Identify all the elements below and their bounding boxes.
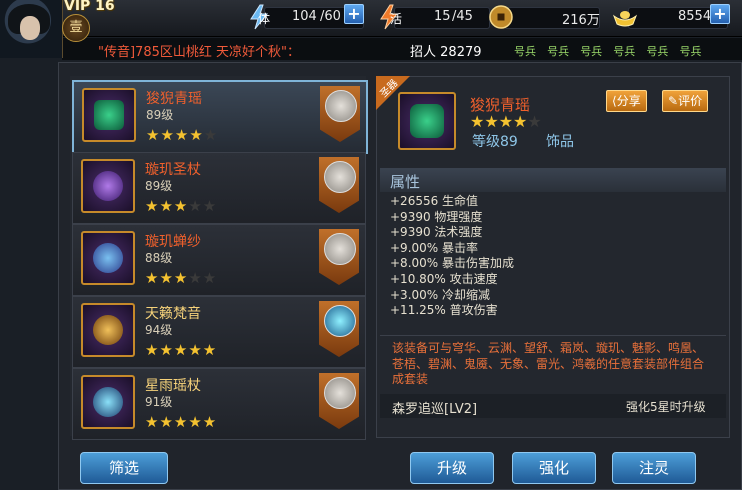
equipment-item[interactable]: 璇玑圣杖 89级 ★★★★★: [72, 152, 366, 224]
attribute-list: +26556 生命值 +9390 物理强度 +9390 法术强度 +9.00% …: [390, 194, 514, 319]
attribute-row: +9.00% 暴击率: [390, 240, 478, 255]
share-button[interactable]: ⟨分享: [606, 90, 647, 112]
edit-icon: ✎: [668, 94, 679, 108]
review-label: 评价: [678, 94, 703, 108]
ticker-chip: 号兵: [679, 45, 702, 58]
equipment-name: 璇玑蝉纱: [145, 234, 201, 250]
broadcast-message: "传音]785区山桃红 天凉好个秋"：: [98, 45, 300, 60]
set-name: 森罗追巡[LV2]: [392, 402, 478, 417]
owner-portrait[interactable]: [320, 86, 360, 142]
equipment-name: 狻猊青瑶: [146, 91, 202, 107]
ticker-chip: 号兵: [613, 45, 636, 58]
owner-portrait[interactable]: [319, 157, 359, 213]
equipment-level: 89级: [146, 108, 174, 122]
star-rating: ★★★★★: [145, 413, 218, 431]
equipment-thumbnail: [81, 159, 135, 213]
equipment-thumbnail: [81, 375, 135, 429]
stamina-max: /60: [320, 9, 341, 24]
attribute-row: +3.00% 冷却缩减: [390, 287, 490, 302]
set-description: 该装备可与穹华、云渊、望舒、霜岚、璇玑、魅影、鸣凰、苍梧、碧渊、鬼魇、无象、雷光…: [392, 341, 705, 386]
ticker-chip: 号兵: [646, 45, 669, 58]
owner-portrait[interactable]: [319, 229, 359, 285]
enhance-button[interactable]: 强化: [512, 452, 596, 484]
coins-resource: 216万: [488, 4, 600, 30]
attribute-row: +8.00% 暴击伤害加成: [390, 256, 514, 271]
attribute-header: 属性: [380, 168, 726, 192]
star-rating: ★★★★★: [145, 197, 218, 215]
detail-level: 等级89: [472, 134, 518, 150]
add-gold-button[interactable]: +: [710, 4, 730, 24]
equipment-thumbnail: [81, 303, 135, 357]
owner-portrait[interactable]: [319, 373, 359, 429]
gold-ingot-icon: [612, 11, 638, 27]
gold-value: 8554: [678, 9, 712, 24]
upgrade-button[interactable]: 升级: [410, 452, 494, 484]
energy-resource: 活 15 /45: [376, 4, 490, 30]
add-stamina-button[interactable]: +: [344, 4, 364, 24]
equipment-level: 89级: [145, 179, 173, 193]
equipment-item[interactable]: 狻猊青瑶 89级 ★★★★★: [72, 80, 368, 154]
vip-level: VIP 16: [64, 0, 115, 14]
stamina-value: 104: [292, 9, 317, 24]
detail-thumbnail: [398, 92, 456, 150]
equipment-item[interactable]: 星雨瑶杖 91级 ★★★★★: [72, 368, 366, 440]
star-rating: ★★★★★: [145, 341, 218, 359]
attribute-row: +11.25% 普攻伤害: [390, 303, 498, 318]
equipment-item[interactable]: 天籁梵音 94级 ★★★★★: [72, 296, 366, 368]
recruit-info: 招人 28279: [410, 41, 482, 60]
equipment-level: 94级: [145, 323, 173, 337]
divider: [380, 335, 726, 336]
ticker-chips: 号兵 号兵 号兵 号兵 号兵 号兵: [514, 40, 707, 59]
detail-star-rating: ★★★★★: [470, 112, 542, 131]
ticker-chip: 号兵: [547, 45, 570, 58]
coins-value: 216万: [562, 13, 600, 28]
equipment-thumbnail: [82, 88, 136, 142]
coin-icon: [489, 5, 513, 29]
equipment-name: 璇玑圣杖: [145, 162, 201, 178]
energy-value: 15: [434, 9, 451, 24]
filter-button[interactable]: 筛选: [80, 452, 168, 484]
attribute-row: +26556 生命值: [390, 194, 479, 208]
attribute-row: +10.80% 攻击速度: [390, 271, 498, 286]
equipment-item[interactable]: 璇玑蝉纱 88级 ★★★★★: [72, 224, 366, 296]
star-rating: ★★★★★: [145, 269, 218, 287]
energy-label: 活: [390, 12, 403, 26]
recruit-count: 28279: [440, 45, 482, 60]
review-button[interactable]: ✎评价: [662, 90, 709, 112]
equipment-level: 91级: [145, 395, 173, 409]
equipment-thumbnail: [81, 231, 135, 285]
stamina-label: 体: [258, 12, 271, 26]
ticker-chip: 号兵: [580, 45, 603, 58]
set-upgrade-note: 强化5星时升级: [626, 400, 706, 414]
star-rating: ★★★★★: [146, 126, 219, 144]
recruit-label: 招人: [410, 45, 437, 60]
attribute-title: 属性: [390, 173, 421, 191]
infuse-button[interactable]: 注灵: [612, 452, 696, 484]
rank-badge: 壹: [62, 14, 90, 42]
detail-type: 饰品: [546, 134, 574, 150]
player-avatar[interactable]: [0, 0, 63, 58]
attribute-row: +9390 物理强度: [390, 209, 483, 224]
ticker-chip: 号兵: [514, 45, 536, 58]
energy-max: /45: [452, 9, 473, 24]
owner-portrait[interactable]: [319, 301, 359, 357]
equipment-name: 星雨瑶杖: [145, 378, 201, 394]
equipment-level: 88级: [145, 251, 173, 265]
broadcast-ticker: "传音]785区山桃红 天凉好个秋"： 招人 28279 号兵 号兵 号兵 号兵…: [62, 38, 742, 60]
attribute-row: +9390 法术强度: [390, 225, 483, 240]
equipment-name: 天籁梵音: [145, 306, 201, 322]
share-label: 分享: [616, 94, 641, 108]
